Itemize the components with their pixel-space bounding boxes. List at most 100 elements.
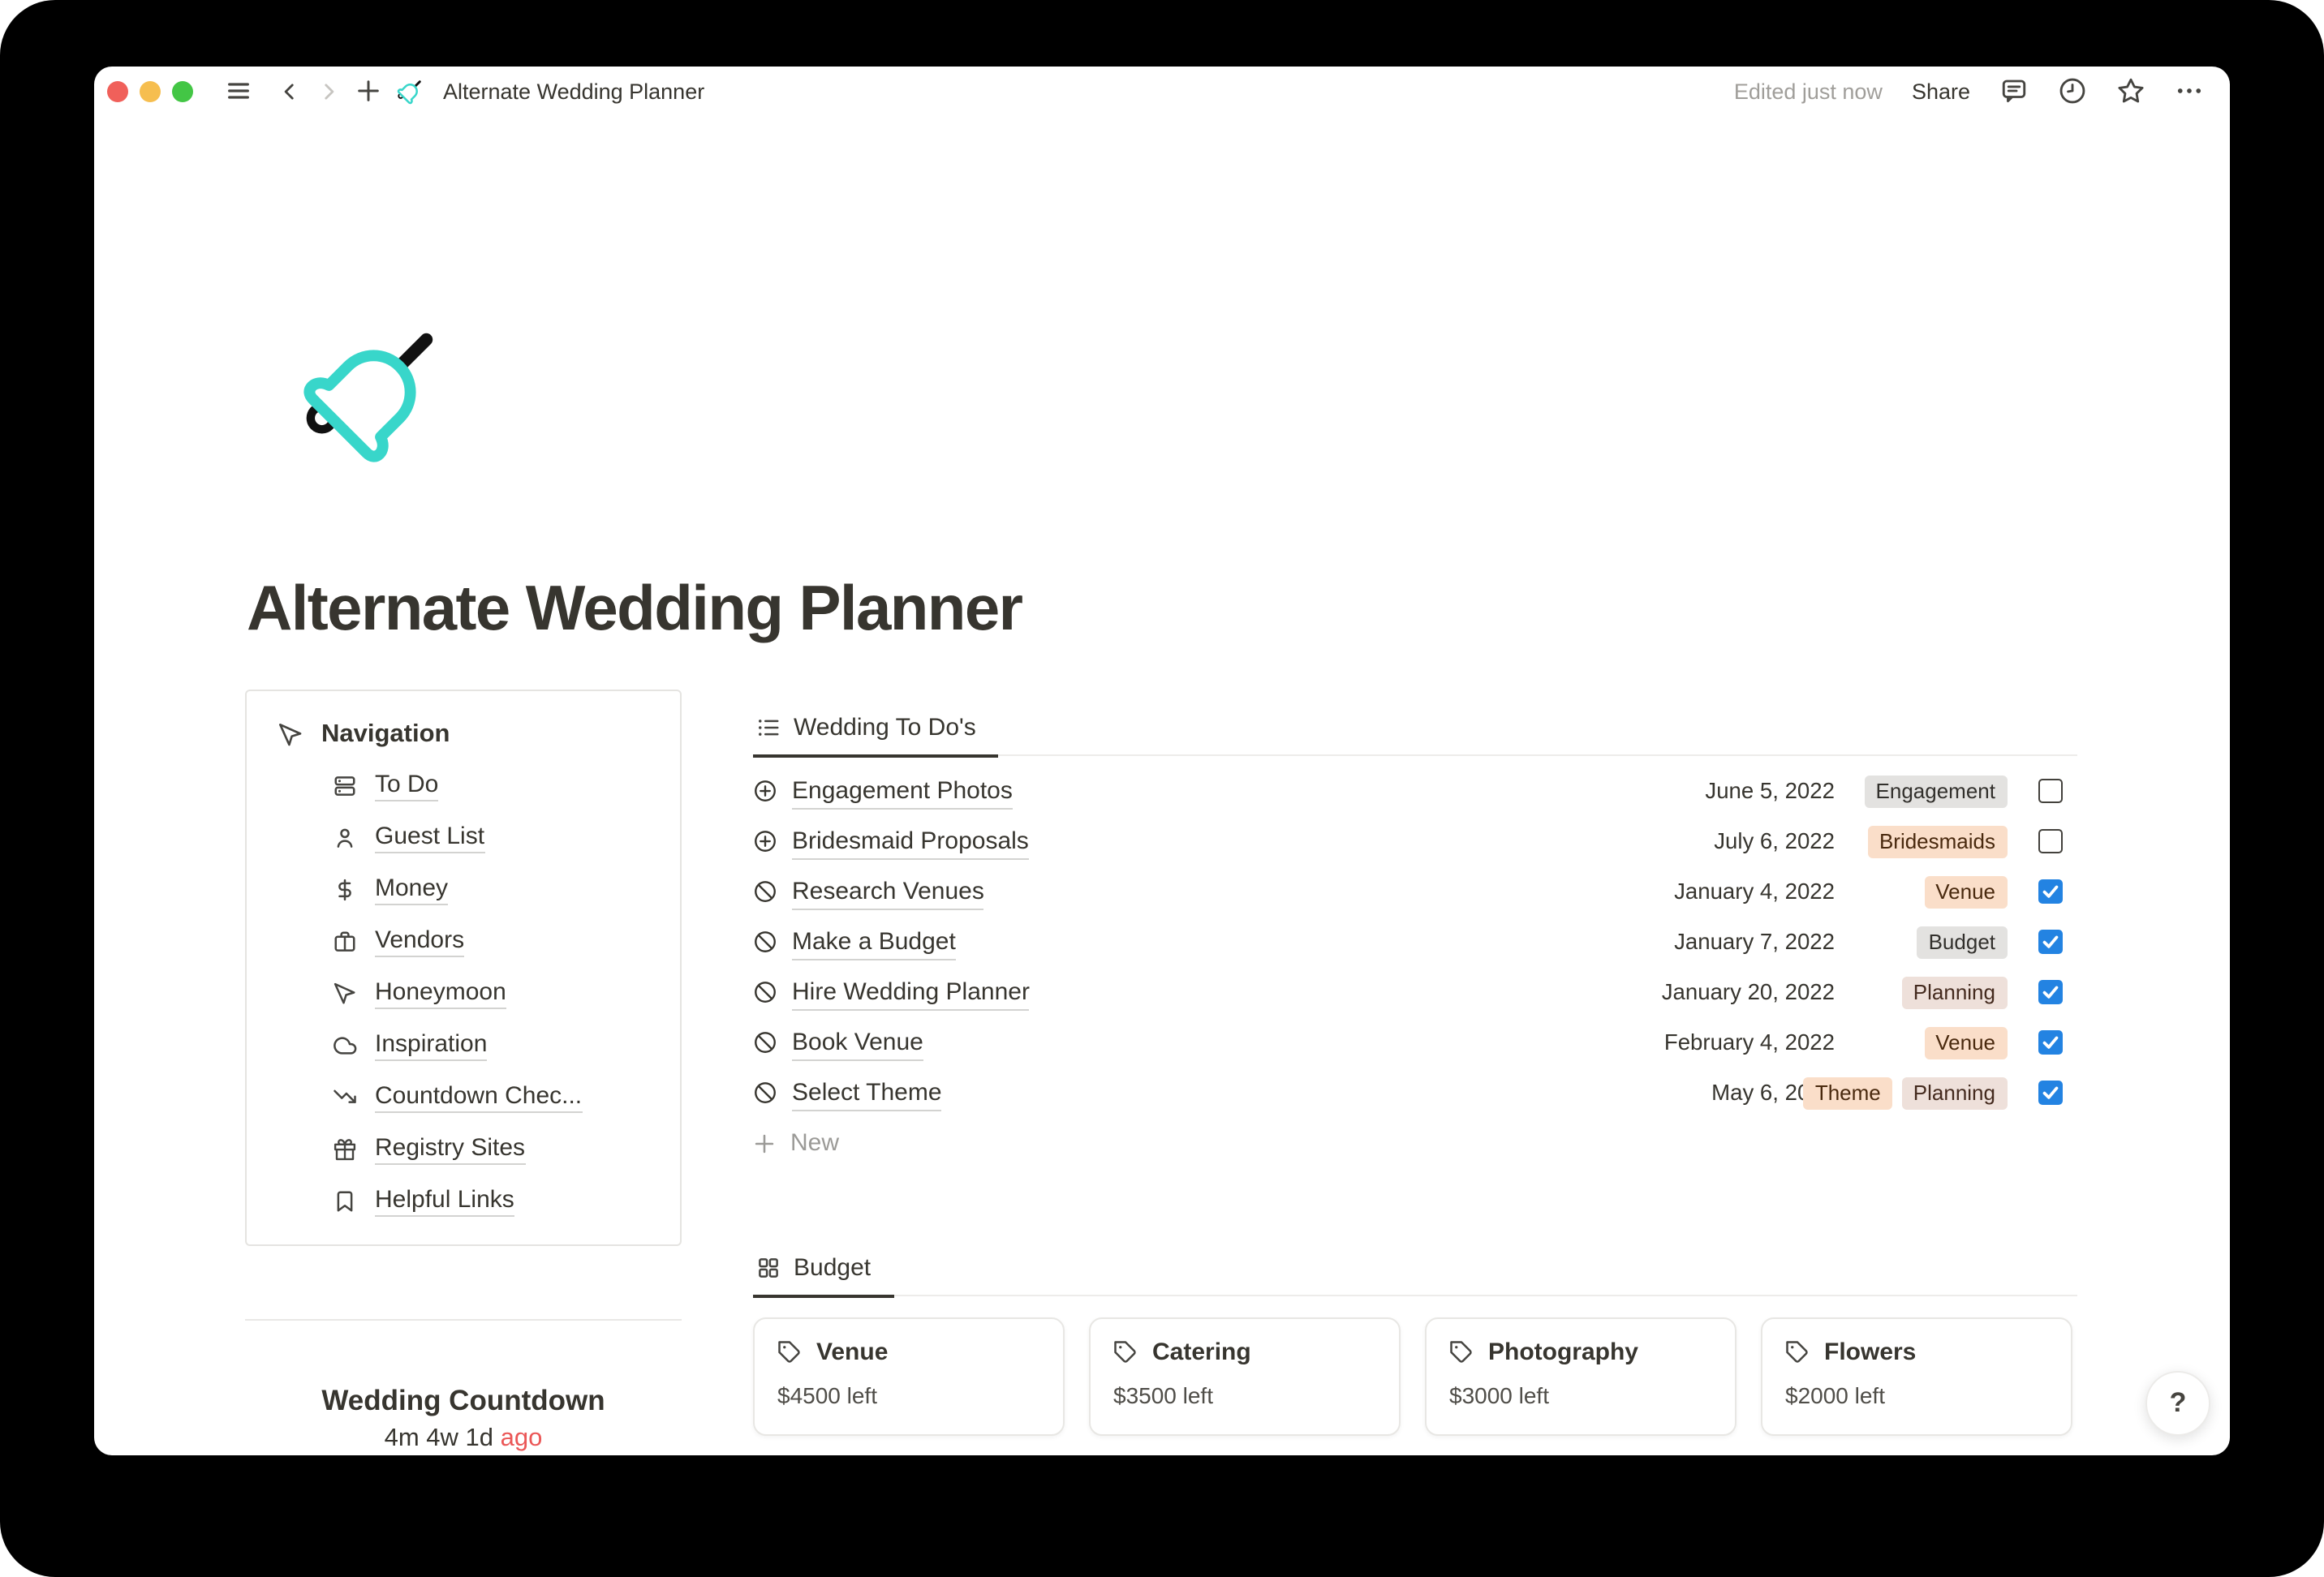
table-row[interactable]: Bridesmaid Proposals July 6, 2022 Brides… (753, 816, 2077, 866)
todo-title[interactable]: Book Venue (792, 1029, 1559, 1060)
nav-item-label[interactable]: Vendors (375, 926, 465, 956)
todo-title[interactable]: Engagement Photos (792, 777, 1559, 809)
ban-icon (753, 879, 777, 904)
forward-icon[interactable] (318, 80, 339, 101)
comments-icon[interactable] (1999, 76, 2029, 105)
todo-title[interactable]: Bridesmaid Proposals (792, 827, 1559, 859)
nav-item-label[interactable]: Countdown Chec... (375, 1081, 583, 1112)
app-window: Alternate Wedding Planner Edited just no… (94, 67, 2230, 1455)
todo-title[interactable]: Make a Budget (792, 928, 1559, 960)
tag-chip[interactable]: Theme (1803, 1076, 1892, 1109)
row-checkbox[interactable] (2038, 828, 2063, 854)
nav-item-label[interactable]: Honeymoon (375, 978, 506, 1008)
page-bell-icon[interactable] (287, 308, 456, 480)
table-row[interactable]: Book Venue February 4, 2022 Venue (753, 1017, 2077, 1068)
history-clock-icon[interactable] (2058, 76, 2087, 105)
tag-chip[interactable]: Engagement (1864, 775, 2007, 807)
navigation-header-label: Navigation (321, 720, 450, 748)
nav-item-label[interactable]: Helpful Links (375, 1185, 514, 1216)
nav-item-label[interactable]: Guest List (375, 822, 485, 853)
page-title[interactable]: Alternate Wedding Planner (247, 571, 1023, 649)
gallery-grid-icon (756, 1255, 781, 1279)
budget-card-catering[interactable]: Catering $3500 left (1089, 1317, 1401, 1436)
ban-icon (753, 1081, 777, 1105)
paper-plane-icon (333, 981, 357, 1005)
row-checkbox[interactable] (2038, 929, 2063, 955)
tag-icon (1785, 1339, 1810, 1364)
budget-card-venue[interactable]: Venue $4500 left (753, 1317, 1065, 1436)
nav-item-countdown-checklist[interactable]: Countdown Chec... (247, 1071, 680, 1123)
share-button[interactable]: Share (1912, 79, 1970, 103)
row-checkbox[interactable] (2038, 979, 2063, 1005)
nav-item-to-do[interactable]: To Do (247, 759, 680, 811)
tag-chip[interactable]: Venue (1924, 875, 2007, 908)
new-page-icon[interactable] (355, 78, 381, 104)
todo-date[interactable]: January 4, 2022 (1559, 879, 1835, 904)
todo-tags: Engagement (1835, 775, 2007, 807)
todo-date[interactable]: May 6, 2022 (1559, 1081, 1835, 1105)
tag-chip[interactable]: Bridesmaids (1867, 825, 2007, 857)
nav-item-guest-list[interactable]: Guest List (247, 811, 680, 863)
breadcrumb-page-title[interactable]: Alternate Wedding Planner (443, 79, 704, 103)
back-icon[interactable] (279, 80, 300, 101)
table-row[interactable]: Select Theme May 6, 2022 Theme Planning (753, 1068, 2077, 1118)
more-options-icon[interactable] (2175, 76, 2204, 105)
nav-item-money[interactable]: Money (247, 863, 680, 915)
minimize-window-button[interactable] (140, 80, 161, 101)
tab-wedding-to-dos[interactable]: Wedding To Do's (753, 713, 999, 757)
table-row[interactable]: Research Venues January 4, 2022 Venue (753, 866, 2077, 917)
todo-date[interactable]: June 5, 2022 (1559, 779, 1835, 803)
ban-icon (753, 980, 777, 1004)
budget-tab-row: Budget (753, 1233, 2077, 1297)
table-row[interactable]: Engagement Photos June 5, 2022 Engagemen… (753, 766, 2077, 816)
countdown-value: 4m 4w 1d ago (384, 1424, 543, 1452)
nav-item-inspiration[interactable]: Inspiration (247, 1019, 680, 1071)
tag-chip[interactable]: Budget (1917, 926, 2007, 958)
todo-tags: Venue (1835, 875, 2007, 908)
close-window-button[interactable] (107, 80, 128, 101)
budget-card-amount: $3000 left (1449, 1382, 1549, 1408)
budget-card-title: Venue (816, 1338, 889, 1365)
help-button[interactable]: ? (2145, 1371, 2210, 1436)
todo-tab-row: Wedding To Do's (753, 693, 2077, 757)
todo-date[interactable]: February 4, 2022 (1559, 1030, 1835, 1055)
plus-icon (753, 1132, 776, 1154)
zoom-window-button[interactable] (172, 80, 193, 101)
budget-card-flowers[interactable]: Flowers $2000 left (1761, 1317, 2072, 1436)
row-checkbox[interactable] (2038, 1029, 2063, 1055)
nav-item-registry-sites[interactable]: Registry Sites (247, 1123, 680, 1175)
todo-title[interactable]: Hire Wedding Planner (792, 978, 1559, 1010)
budget-card-photography[interactable]: Photography $3000 left (1425, 1317, 1737, 1436)
sidebar-menu-icon[interactable] (226, 78, 252, 104)
todo-section: Wedding To Do's Engagement Photos June 5… (753, 693, 2077, 1168)
row-checkbox[interactable] (2038, 879, 2063, 905)
new-todo-label: New (790, 1129, 840, 1157)
tag-chip[interactable]: Venue (1924, 1026, 2007, 1059)
todo-date[interactable]: January 20, 2022 (1559, 980, 1835, 1004)
nav-item-helpful-links[interactable]: Helpful Links (247, 1175, 680, 1227)
budget-section: Budget Venue $4500 left Catering $3500 l… (753, 1233, 2077, 1436)
bookmark-icon (333, 1188, 357, 1213)
nav-item-label[interactable]: To Do (375, 770, 439, 801)
table-row[interactable]: Hire Wedding Planner January 20, 2022 Pl… (753, 967, 2077, 1017)
nav-item-label[interactable]: Inspiration (375, 1029, 488, 1060)
new-todo-button[interactable]: New (753, 1118, 2077, 1168)
row-checkbox[interactable] (2038, 1080, 2063, 1106)
todo-title[interactable]: Select Theme (792, 1079, 1559, 1111)
tag-chip[interactable]: Planning (1901, 976, 2007, 1008)
favorite-star-icon[interactable] (2116, 76, 2145, 105)
todo-date[interactable]: January 7, 2022 (1559, 930, 1835, 954)
nav-item-vendors[interactable]: Vendors (247, 915, 680, 967)
row-checkbox[interactable] (2038, 778, 2063, 804)
nav-item-honeymoon[interactable]: Honeymoon (247, 967, 680, 1019)
nav-item-label[interactable]: Registry Sites (375, 1133, 526, 1164)
todo-date[interactable]: July 6, 2022 (1559, 829, 1835, 853)
tab-budget[interactable]: Budget (753, 1253, 894, 1297)
nav-item-label[interactable]: Money (375, 874, 449, 905)
todo-rows: Engagement Photos June 5, 2022 Engagemen… (753, 766, 2077, 1168)
table-row[interactable]: Make a Budget January 7, 2022 Budget (753, 917, 2077, 967)
navigation-items: To Do Guest List Money Vendors Honeymoon… (247, 759, 680, 1227)
tag-chip[interactable]: Planning (1901, 1076, 2007, 1109)
check-icon (2040, 982, 2061, 1003)
todo-title[interactable]: Research Venues (792, 878, 1559, 909)
